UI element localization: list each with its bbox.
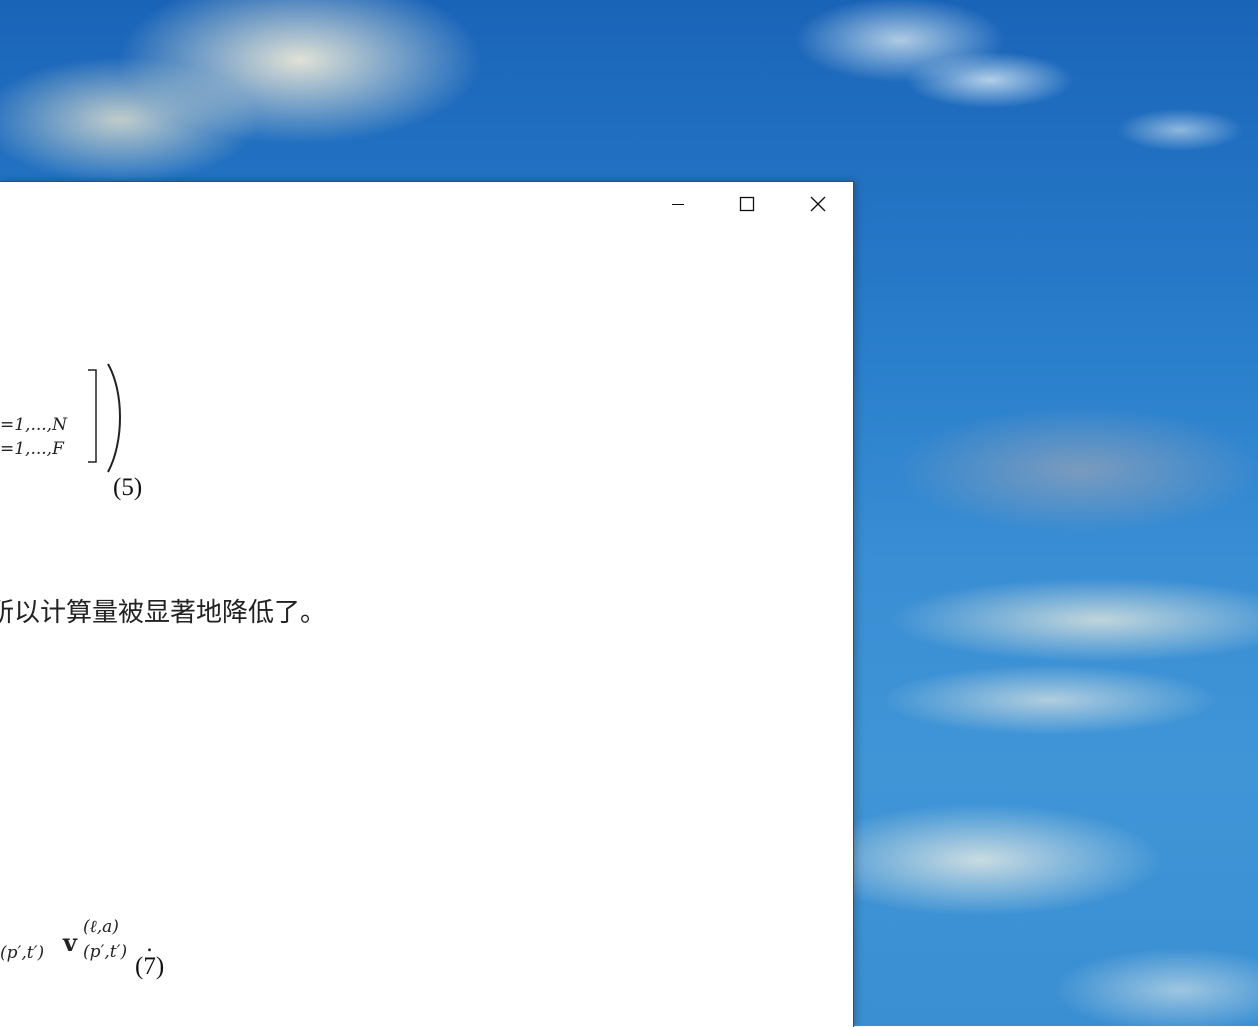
equation5-brackets [88, 363, 121, 473]
minimize-button[interactable] [644, 182, 712, 226]
equation5-subscript-bottom: =1,...,F [0, 439, 64, 459]
equation7-right-subscript: (p′,t′) [83, 942, 128, 962]
maximize-icon [739, 196, 755, 212]
equation5-number: (5) [113, 474, 143, 501]
equation7-vector: v [63, 928, 77, 957]
document-content: =1,...,N =1,...,F (5) 所以计算量被显著地降低了。 (p′,… [0, 226, 853, 1027]
maximize-button[interactable] [713, 182, 781, 226]
equation7-superscript: (ℓ,a) [83, 917, 119, 937]
minimize-icon [672, 204, 684, 205]
equation7-left-subscript: (p′,t′) [0, 943, 45, 963]
close-button[interactable] [784, 182, 852, 226]
equation5-subscript-top: =1,...,N [0, 415, 67, 435]
close-icon [810, 196, 826, 212]
paragraph-text: 所以计算量被显著地降低了。 [0, 598, 327, 628]
document-window: =1,...,N =1,...,F (5) 所以计算量被显著地降低了。 (p′,… [0, 181, 854, 1027]
title-bar[interactable] [0, 182, 853, 226]
equation7: (p′,t′) v (ℓ,a) (p′,t′) . [0, 906, 200, 966]
equation7-number: (7) [135, 953, 165, 980]
